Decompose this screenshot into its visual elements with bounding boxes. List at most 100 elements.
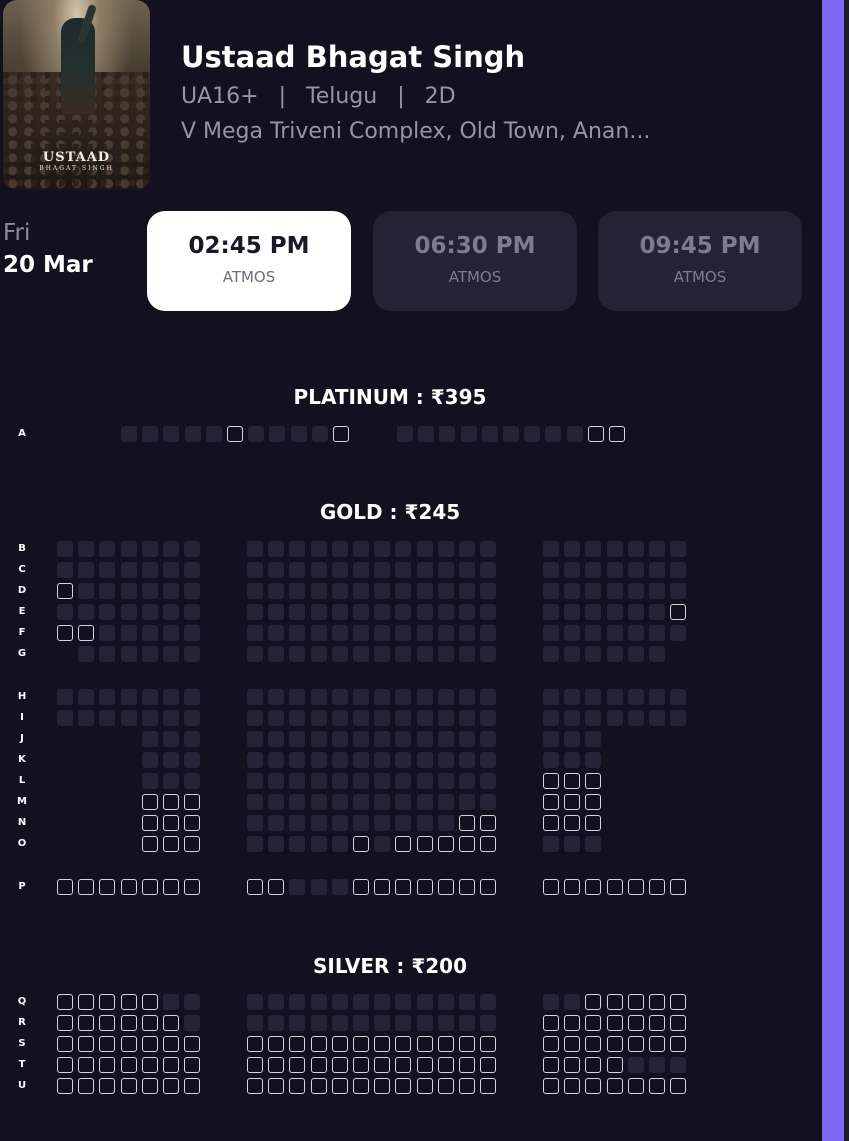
seat-r-right-1[interactable] (543, 1015, 559, 1031)
seat-t-left-5[interactable] (142, 1057, 158, 1073)
seat-m-left-6[interactable] (163, 794, 179, 810)
seat-q-right-5[interactable] (628, 994, 644, 1010)
seat-s-right-4[interactable] (607, 1036, 623, 1052)
seat-u-mid-9[interactable] (417, 1078, 433, 1094)
seat-p-mid-9[interactable] (417, 879, 433, 895)
seat-p-mid-2[interactable] (268, 879, 284, 895)
seat-u-left-6[interactable] (163, 1078, 179, 1094)
seat-u-mid-7[interactable] (374, 1078, 390, 1094)
seat-t-mid-4[interactable] (311, 1057, 327, 1073)
seat-s-right-2[interactable] (564, 1036, 580, 1052)
seat-r-left-3[interactable] (99, 1015, 115, 1031)
seat-t-mid-10[interactable] (438, 1057, 454, 1073)
seat-q-right-4[interactable] (607, 994, 623, 1010)
seat-s-mid-4[interactable] (311, 1036, 327, 1052)
seat-s-left-2[interactable] (78, 1036, 94, 1052)
seat-m-right-2[interactable] (564, 794, 580, 810)
seat-s-mid-11[interactable] (459, 1036, 475, 1052)
seat-r-right-5[interactable] (628, 1015, 644, 1031)
seat-t-left-2[interactable] (78, 1057, 94, 1073)
seat-r-right-2[interactable] (564, 1015, 580, 1031)
seat-p-left-4[interactable] (121, 879, 137, 895)
seat-q-left-4[interactable] (121, 994, 137, 1010)
seat-o-mid-11[interactable] (459, 836, 475, 852)
seat-q-right-3[interactable] (585, 994, 601, 1010)
seat-u-right-4[interactable] (607, 1078, 623, 1094)
seat-o-left-7[interactable] (184, 836, 200, 852)
seat-o-mid-10[interactable] (438, 836, 454, 852)
seat-u-right-6[interactable] (649, 1078, 665, 1094)
seat-p-left-1[interactable] (57, 879, 73, 895)
seat-q-right-7[interactable] (670, 994, 686, 1010)
seat-r-left-6[interactable] (163, 1015, 179, 1031)
seat-u-right-1[interactable] (543, 1078, 559, 1094)
seat-u-mid-2[interactable] (268, 1078, 284, 1094)
showtime-button-1[interactable]: 02:45 PM ATMOS (147, 211, 351, 311)
seat-s-right-7[interactable] (670, 1036, 686, 1052)
seat-u-left-4[interactable] (121, 1078, 137, 1094)
seat-u-left-5[interactable] (142, 1078, 158, 1094)
seat-s-mid-6[interactable] (353, 1036, 369, 1052)
seat-u-mid-5[interactable] (332, 1078, 348, 1094)
seat-s-mid-5[interactable] (332, 1036, 348, 1052)
scrollbar-thumb[interactable] (822, 0, 844, 1141)
seat-u-mid-11[interactable] (459, 1078, 475, 1094)
seat-o-mid-6[interactable] (353, 836, 369, 852)
seat-u-mid-4[interactable] (311, 1078, 327, 1094)
seat-s-left-7[interactable] (184, 1036, 200, 1052)
seat-s-mid-2[interactable] (268, 1036, 284, 1052)
seat-p-right-1[interactable] (543, 879, 559, 895)
seat-p-mid-1[interactable] (247, 879, 263, 895)
showtime-button-2[interactable]: 06:30 PM ATMOS (373, 211, 577, 311)
seat-t-mid-11[interactable] (459, 1057, 475, 1073)
seat-d-left-1[interactable] (57, 583, 73, 599)
seat-f-left-2[interactable] (78, 625, 94, 641)
seat-p-right-5[interactable] (628, 879, 644, 895)
seat-u-left-7[interactable] (184, 1078, 200, 1094)
seat-s-left-3[interactable] (99, 1036, 115, 1052)
seat-a-mid-11[interactable] (333, 426, 349, 442)
seat-r-right-6[interactable] (649, 1015, 665, 1031)
seat-r-left-2[interactable] (78, 1015, 94, 1031)
seat-p-left-5[interactable] (142, 879, 158, 895)
seat-s-mid-3[interactable] (289, 1036, 305, 1052)
seat-p-mid-6[interactable] (353, 879, 369, 895)
seat-n-right-2[interactable] (564, 815, 580, 831)
seat-l-right-3[interactable] (585, 773, 601, 789)
seat-t-right-4[interactable] (607, 1057, 623, 1073)
seat-s-mid-9[interactable] (417, 1036, 433, 1052)
seat-s-left-4[interactable] (121, 1036, 137, 1052)
seat-a-right-10[interactable] (588, 426, 604, 442)
seat-s-mid-8[interactable] (395, 1036, 411, 1052)
seat-p-right-4[interactable] (607, 879, 623, 895)
seat-s-right-1[interactable] (543, 1036, 559, 1052)
seat-r-right-4[interactable] (607, 1015, 623, 1031)
seat-n-left-7[interactable] (184, 815, 200, 831)
seat-a-right-11[interactable] (609, 426, 625, 442)
seat-m-right-3[interactable] (585, 794, 601, 810)
seat-u-left-2[interactable] (78, 1078, 94, 1094)
seat-t-mid-9[interactable] (417, 1057, 433, 1073)
seat-m-right-1[interactable] (543, 794, 559, 810)
seat-t-left-4[interactable] (121, 1057, 137, 1073)
seat-s-mid-1[interactable] (247, 1036, 263, 1052)
seat-t-left-1[interactable] (57, 1057, 73, 1073)
seat-t-right-3[interactable] (585, 1057, 601, 1073)
seat-p-left-6[interactable] (163, 879, 179, 895)
seat-p-mid-12[interactable] (480, 879, 496, 895)
seat-s-right-3[interactable] (585, 1036, 601, 1052)
seat-s-mid-7[interactable] (374, 1036, 390, 1052)
seat-p-mid-8[interactable] (395, 879, 411, 895)
seat-s-right-6[interactable] (649, 1036, 665, 1052)
seat-n-mid-11[interactable] (459, 815, 475, 831)
showtime-button-3[interactable]: 09:45 PM ATMOS (598, 211, 802, 311)
seat-a-mid-6[interactable] (227, 426, 243, 442)
seat-s-mid-12[interactable] (480, 1036, 496, 1052)
seat-l-right-2[interactable] (564, 773, 580, 789)
seat-p-left-3[interactable] (99, 879, 115, 895)
seat-n-right-1[interactable] (543, 815, 559, 831)
seat-p-right-7[interactable] (670, 879, 686, 895)
seat-p-left-7[interactable] (184, 879, 200, 895)
seat-u-left-1[interactable] (57, 1078, 73, 1094)
seat-q-left-3[interactable] (99, 994, 115, 1010)
